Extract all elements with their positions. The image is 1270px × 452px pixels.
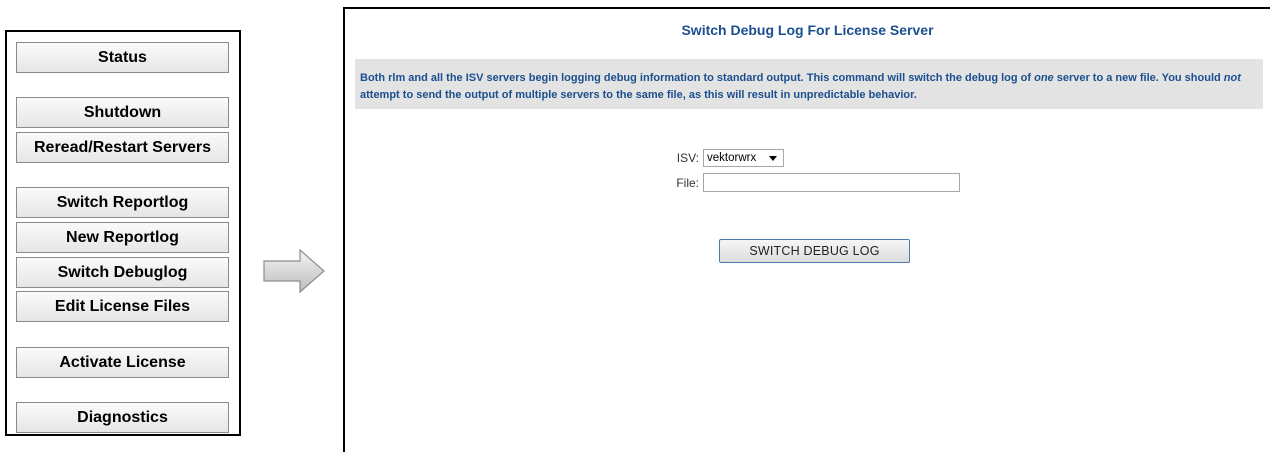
info-text-part2: server to a new file. You should [1053, 72, 1224, 84]
chevron-down-icon [769, 156, 777, 161]
new-reportlog-button[interactable]: New Reportlog [16, 222, 229, 253]
file-input[interactable] [703, 173, 960, 192]
info-message: Both rlm and all the ISV servers begin l… [355, 59, 1263, 109]
info-emphasis-not: not [1223, 72, 1241, 84]
activate-license-button[interactable]: Activate License [16, 347, 229, 378]
info-text-part1: Both rlm and all the ISV servers begin l… [360, 72, 1035, 84]
info-emphasis-one: one [1034, 72, 1054, 84]
isv-selected-value: vektorwrx [707, 152, 757, 164]
switch-debuglog-button[interactable]: Switch Debuglog [16, 257, 229, 288]
reread-restart-servers-button[interactable]: Reread/Restart Servers [16, 132, 229, 163]
main-panel: Switch Debug Log For License Server Both… [343, 7, 1270, 452]
right-arrow-icon [263, 248, 325, 294]
diagnostics-button[interactable]: Diagnostics [16, 402, 229, 433]
edit-license-files-button[interactable]: Edit License Files [16, 291, 229, 322]
nav-panel: Status Shutdown Reread/Restart Servers S… [5, 30, 241, 436]
info-text-part3: attempt to send the output of multiple s… [360, 88, 917, 101]
page-title: Switch Debug Log For License Server [681, 22, 934, 38]
switch-debug-log-button[interactable]: SWITCH DEBUG LOG [719, 239, 910, 263]
shutdown-button[interactable]: Shutdown [16, 97, 229, 128]
isv-select[interactable]: vektorwrx [703, 149, 784, 167]
file-label: File: [676, 176, 699, 190]
isv-label: ISV: [676, 151, 699, 165]
switch-reportlog-button[interactable]: Switch Reportlog [16, 187, 229, 218]
status-button[interactable]: Status [16, 42, 229, 73]
